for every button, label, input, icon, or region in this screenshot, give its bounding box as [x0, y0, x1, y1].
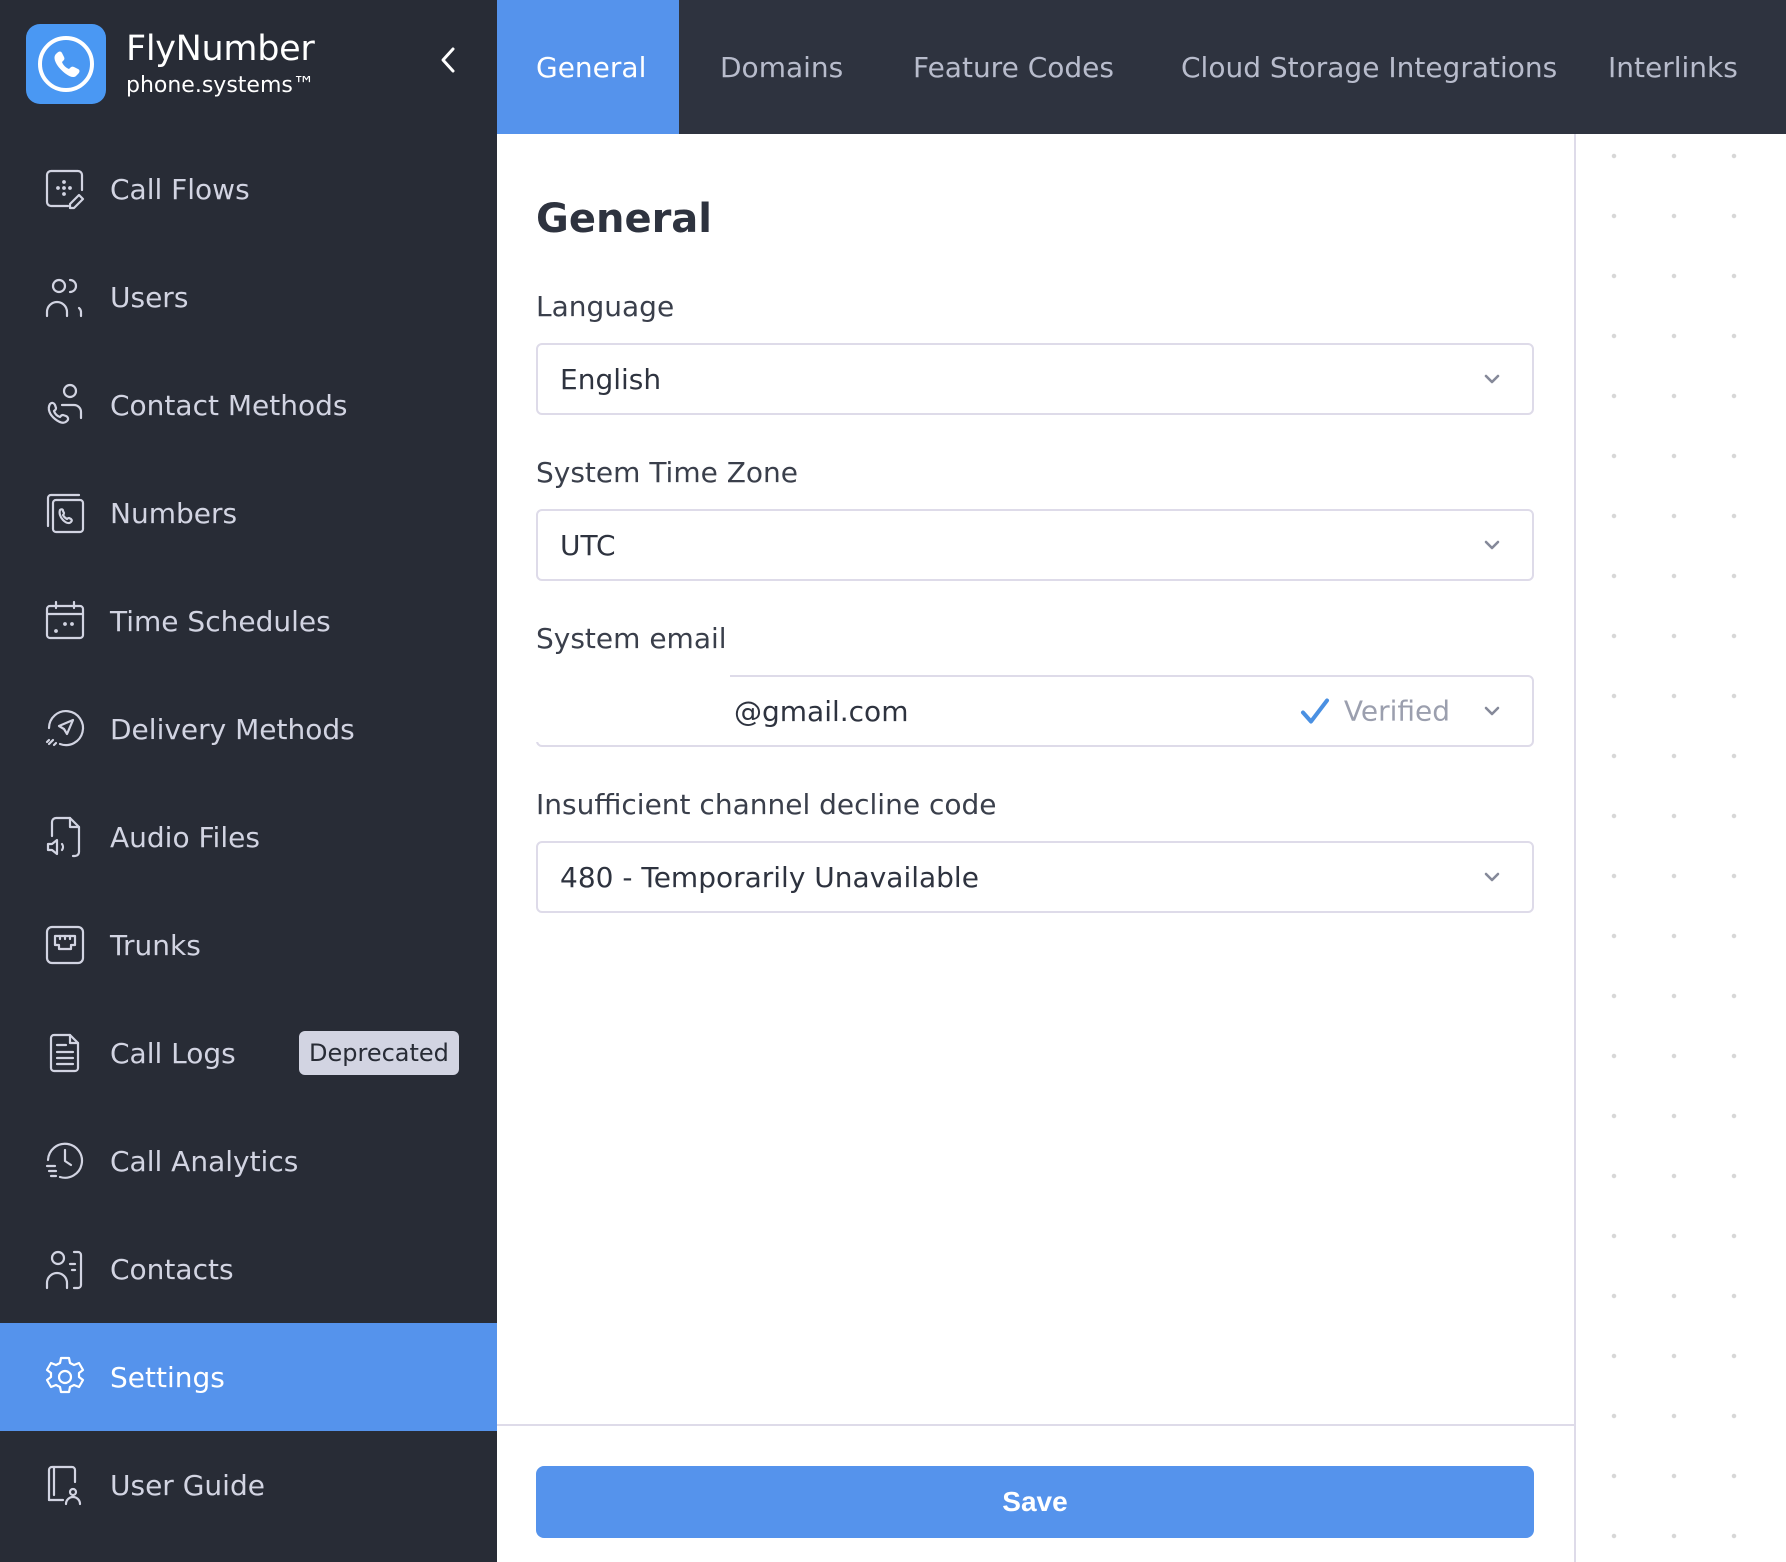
footer-divider	[497, 1424, 1575, 1426]
language-select[interactable]: English	[536, 343, 1534, 415]
sidebar-item-trunks[interactable]: Trunks	[0, 891, 497, 999]
dotted-side-panel	[1576, 134, 1786, 1562]
sidebar-item-settings[interactable]: Settings	[0, 1323, 497, 1431]
sidebar-item-label: Delivery Methods	[110, 712, 355, 746]
sidebar: FlyNumber phone.systems™ Call Flows User…	[0, 0, 497, 1562]
tab-label: General	[536, 50, 647, 84]
tab-general[interactable]: General	[497, 0, 679, 134]
chevron-down-icon	[1484, 706, 1500, 716]
sidebar-item-call-analytics[interactable]: Call Analytics	[0, 1107, 497, 1215]
timezone-value: UTC	[560, 528, 616, 562]
tab-domains[interactable]: Domains	[679, 0, 879, 134]
sidebar-item-contacts[interactable]: Contacts	[0, 1215, 497, 1323]
timezone-select[interactable]: UTC	[536, 509, 1534, 581]
sidebar-item-contact-methods[interactable]: Contact Methods	[0, 351, 497, 459]
checkmark-icon	[1300, 698, 1329, 723]
timezone-label: System Time Zone	[536, 456, 799, 489]
sidebar-item-label: Call Analytics	[110, 1144, 299, 1178]
decline-code-label: Insufficient channel decline code	[536, 788, 997, 821]
language-label: Language	[536, 290, 675, 323]
sidebar-item-user-guide[interactable]: User Guide	[0, 1431, 497, 1539]
verified-status: Verified	[1300, 695, 1450, 728]
brand-subtitle: phone.systems™	[126, 73, 315, 98]
sidebar-item-call-flows[interactable]: Call Flows	[0, 135, 497, 243]
verified-label: Verified	[1343, 694, 1450, 728]
settings-tabs: General Domains Feature Codes Cloud Stor…	[497, 0, 1786, 134]
decline-code-value: 480 - Temporarily Unavailable	[560, 860, 979, 894]
users-icon	[40, 272, 90, 322]
contact-methods-icon	[40, 380, 90, 430]
sidebar-item-time-schedules[interactable]: Time Schedules	[0, 567, 497, 675]
sidebar-item-label: Users	[110, 280, 189, 314]
brand-name: FlyNumber	[126, 29, 315, 69]
calendar-icon	[40, 596, 90, 646]
page-title: General	[536, 196, 712, 242]
sidebar-nav: Call Flows Users Contact Methods Numbers…	[0, 135, 497, 1539]
call-flows-icon	[40, 164, 90, 214]
deprecated-badge: Deprecated	[299, 1031, 459, 1075]
sidebar-item-label: Call Flows	[110, 172, 250, 206]
sidebar-item-label: Contacts	[110, 1252, 234, 1286]
sidebar-item-label: Audio Files	[110, 820, 260, 854]
collapse-sidebar-button[interactable]	[432, 44, 464, 76]
sidebar-item-label: Contact Methods	[110, 388, 348, 422]
tab-feature-codes[interactable]: Feature Codes	[879, 0, 1147, 134]
sidebar-item-label: Call Logs	[110, 1036, 236, 1070]
document-icon	[40, 1028, 90, 1078]
sidebar-item-label: Numbers	[110, 496, 238, 530]
sidebar-item-label: Settings	[110, 1360, 225, 1394]
numbers-icon	[40, 488, 90, 538]
sidebar-item-label: User Guide	[110, 1468, 265, 1502]
email-label: System email	[536, 622, 727, 655]
clock-analytics-icon	[40, 1136, 90, 1186]
send-icon	[40, 704, 90, 754]
tab-label: Domains	[720, 50, 844, 84]
sidebar-item-call-logs[interactable]: Call Logs Deprecated	[0, 999, 497, 1107]
trunks-icon	[40, 920, 90, 970]
decline-code-select[interactable]: 480 - Temporarily Unavailable	[536, 841, 1534, 913]
tab-label: Feature Codes	[913, 50, 1114, 84]
email-value: @gmail.com	[734, 694, 909, 728]
sidebar-item-users[interactable]: Users	[0, 243, 497, 351]
chevron-down-icon	[1484, 540, 1500, 550]
save-button[interactable]: Save	[536, 1466, 1534, 1538]
sidebar-item-delivery-methods[interactable]: Delivery Methods	[0, 675, 497, 783]
gear-icon	[40, 1352, 90, 1402]
tab-label: Cloud Storage Integrations	[1181, 50, 1558, 84]
tab-interlinks[interactable]: Interlinks	[1572, 0, 1786, 134]
chevron-down-icon	[1484, 374, 1500, 384]
sidebar-item-audio-files[interactable]: Audio Files	[0, 783, 497, 891]
contacts-icon	[40, 1244, 90, 1294]
chevron-down-icon	[1484, 872, 1500, 882]
sidebar-item-label: Trunks	[110, 928, 201, 962]
brand[interactable]: FlyNumber phone.systems™	[26, 24, 315, 104]
chevron-left-icon	[441, 47, 455, 73]
language-value: English	[560, 362, 662, 396]
phone-circle-icon	[26, 24, 106, 104]
tab-cloud-storage-integrations[interactable]: Cloud Storage Integrations	[1147, 0, 1572, 134]
tab-label: Interlinks	[1608, 50, 1738, 84]
sidebar-item-label: Time Schedules	[110, 604, 331, 638]
redacted-email-prefix	[532, 672, 730, 742]
audio-file-icon	[40, 812, 90, 862]
user-guide-icon	[40, 1460, 90, 1510]
sidebar-item-numbers[interactable]: Numbers	[0, 459, 497, 567]
